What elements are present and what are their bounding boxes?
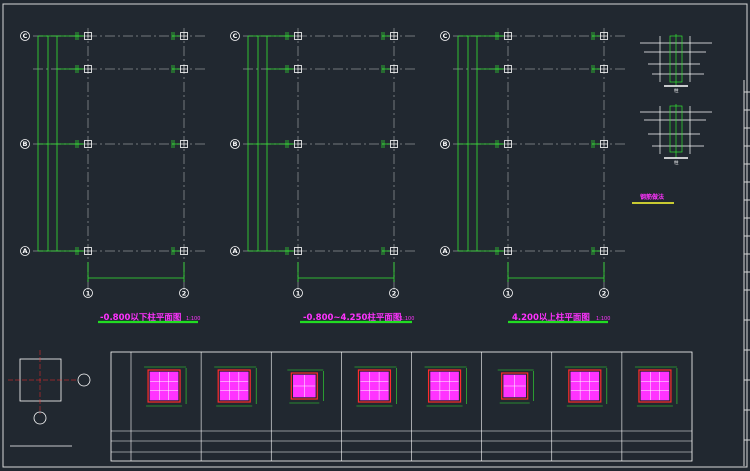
plan-title-2: -0.800~4.250柱平面图 1:100 <box>300 312 414 324</box>
axis-bubble-label: B <box>443 140 448 148</box>
axis-bubble-row[interactable]: A <box>440 246 450 256</box>
axis-bubble-row[interactable]: A <box>230 246 240 256</box>
table-border <box>110 351 693 462</box>
section-core <box>360 371 389 401</box>
axis-bubble-row[interactable]: C <box>230 31 240 41</box>
column-schedule-table[interactable] <box>110 351 693 462</box>
column-section-7[interactable] <box>564 366 608 407</box>
axis-bubble-row[interactable]: B <box>20 139 30 149</box>
section-core <box>640 371 670 401</box>
axis-bubble-label: C <box>233 32 238 40</box>
axis-bubble-label: 2 <box>182 289 187 297</box>
axis-bubble-label: 2 <box>602 289 607 297</box>
axis-bubble-label: B <box>233 140 238 148</box>
plan-2[interactable]: C B A 1 2 <box>230 28 419 298</box>
section-core <box>219 371 249 401</box>
axis-bubble-column[interactable]: 1 <box>293 288 303 298</box>
column-dimension <box>591 140 600 148</box>
axis-bubble-row[interactable]: C <box>20 31 30 41</box>
column-section-2[interactable] <box>214 366 257 407</box>
column-section-1[interactable] <box>144 366 187 407</box>
column-dimension <box>171 247 180 255</box>
column-section-3[interactable] <box>287 369 324 404</box>
column-dimension <box>381 32 390 40</box>
column-dimension <box>171 140 180 148</box>
detail-section-upper[interactable] <box>640 34 712 87</box>
cad-drawing-canvas[interactable]: C B A 1 2 C B A 1 2 C B A 1 2 -0.800以下柱平面图 1:100 -0.… <box>0 0 750 471</box>
column-dimension <box>75 65 84 73</box>
legend-axis-bubble <box>77 373 91 387</box>
column-dimension <box>381 247 390 255</box>
plan-title-3: 4.200以上柱平面图 1:100 <box>508 312 610 324</box>
axis-bubble-column[interactable]: 2 <box>179 288 189 298</box>
axis-bubble-column[interactable]: 1 <box>83 288 93 298</box>
column-section-6[interactable] <box>497 369 534 404</box>
axis-bubble-label: 1 <box>86 289 91 297</box>
axis-bubble-label: A <box>22 247 27 255</box>
axis-bubble-label: A <box>442 247 447 255</box>
axis-bubble-label: C <box>23 32 28 40</box>
axis-bubble-row[interactable]: B <box>230 139 240 149</box>
section-core <box>149 371 179 401</box>
column-dimension <box>75 247 84 255</box>
plan-1[interactable]: C B A 1 2 <box>20 28 209 298</box>
axis-bubble-label: 2 <box>392 289 397 297</box>
plan-title-1: -0.800以下柱平面图 1:100 <box>98 312 200 324</box>
column-dimension <box>495 247 504 255</box>
axis-bubble-row[interactable]: A <box>20 246 30 256</box>
axis-bubble-column[interactable]: 1 <box>503 288 513 298</box>
column-dimension <box>495 65 504 73</box>
column-dimension <box>285 65 294 73</box>
column-dimension <box>171 32 180 40</box>
column-dimension <box>381 140 390 148</box>
column-dimension <box>75 32 84 40</box>
section-core <box>570 371 600 401</box>
column-section-4[interactable] <box>354 366 397 407</box>
axis-bubble-label: 1 <box>506 289 511 297</box>
column-section-5[interactable] <box>424 366 467 407</box>
column-section-8[interactable] <box>634 366 678 407</box>
reinforcement-note-text: 钢筋做法 <box>640 193 664 201</box>
section-core <box>430 371 459 401</box>
section-label: 柱 <box>674 159 679 166</box>
axis-bubble-column[interactable]: 2 <box>389 288 399 298</box>
section-label: 柱 <box>674 87 679 94</box>
column-dimension <box>75 140 84 148</box>
column-dimension <box>495 32 504 40</box>
column-dimension <box>285 32 294 40</box>
axis-bubble-label: A <box>232 247 237 255</box>
plan-3[interactable]: C B A 1 2 <box>440 28 629 298</box>
axis-bubble-row[interactable]: B <box>440 139 450 149</box>
reinforcement-note: 钢筋做法 <box>632 193 674 204</box>
column-dimension <box>285 140 294 148</box>
axis-bubble-label: B <box>23 140 28 148</box>
axis-bubble-column[interactable]: 2 <box>599 288 609 298</box>
column-legend[interactable] <box>8 350 91 447</box>
axis-bubble-label: C <box>443 32 448 40</box>
axis-bubble-row[interactable]: C <box>440 31 450 41</box>
column-dimension <box>495 140 504 148</box>
detail-section-lower[interactable] <box>640 104 712 159</box>
axis-bubble-label: 1 <box>296 289 301 297</box>
column-dimension <box>591 247 600 255</box>
column-dimension <box>591 32 600 40</box>
column-dimension <box>285 247 294 255</box>
column-dimension <box>381 65 390 73</box>
column-dimension <box>591 65 600 73</box>
column-dimension <box>171 65 180 73</box>
